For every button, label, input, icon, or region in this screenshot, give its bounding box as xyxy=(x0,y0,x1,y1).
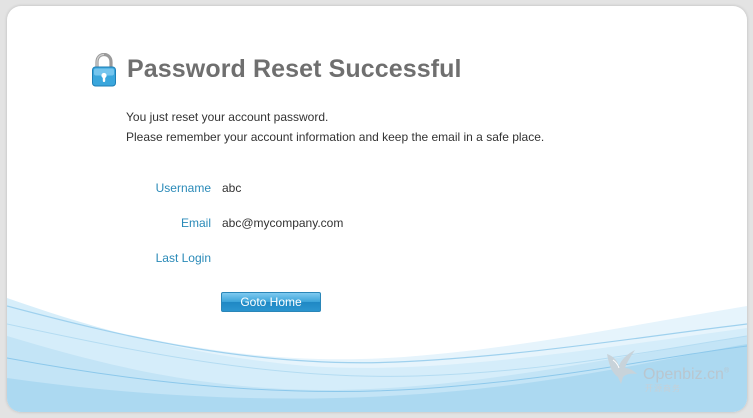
lock-icon xyxy=(92,53,116,87)
page-title: Password Reset Successful xyxy=(127,55,462,83)
info-message-line-1: You just reset your account password. xyxy=(126,110,329,124)
goto-home-button[interactable]: Goto Home xyxy=(221,292,321,312)
info-message-line-2: Please remember your account information… xyxy=(126,130,545,144)
bird-logo-icon xyxy=(607,350,637,384)
reset-success-panel: Password Reset Successful You just reset… xyxy=(7,6,747,412)
openbiz-logo: Openbiz.cn® 开源商务 xyxy=(605,344,745,394)
logo-subtext: 开源商务 xyxy=(645,384,681,393)
email-value: abc@mycompany.com xyxy=(222,216,344,230)
last-login-label: Last Login xyxy=(155,251,211,265)
username-label: Username xyxy=(155,181,211,195)
username-value: abc xyxy=(222,181,242,195)
logo-text: Openbiz.cn® xyxy=(643,366,730,383)
email-label: Email xyxy=(180,216,211,230)
